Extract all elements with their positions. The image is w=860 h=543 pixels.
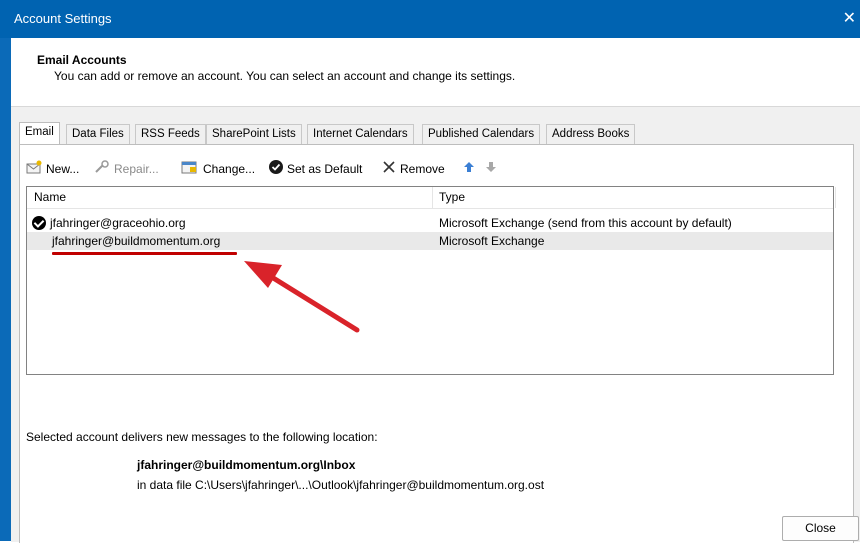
annotation-arrow xyxy=(244,261,360,333)
